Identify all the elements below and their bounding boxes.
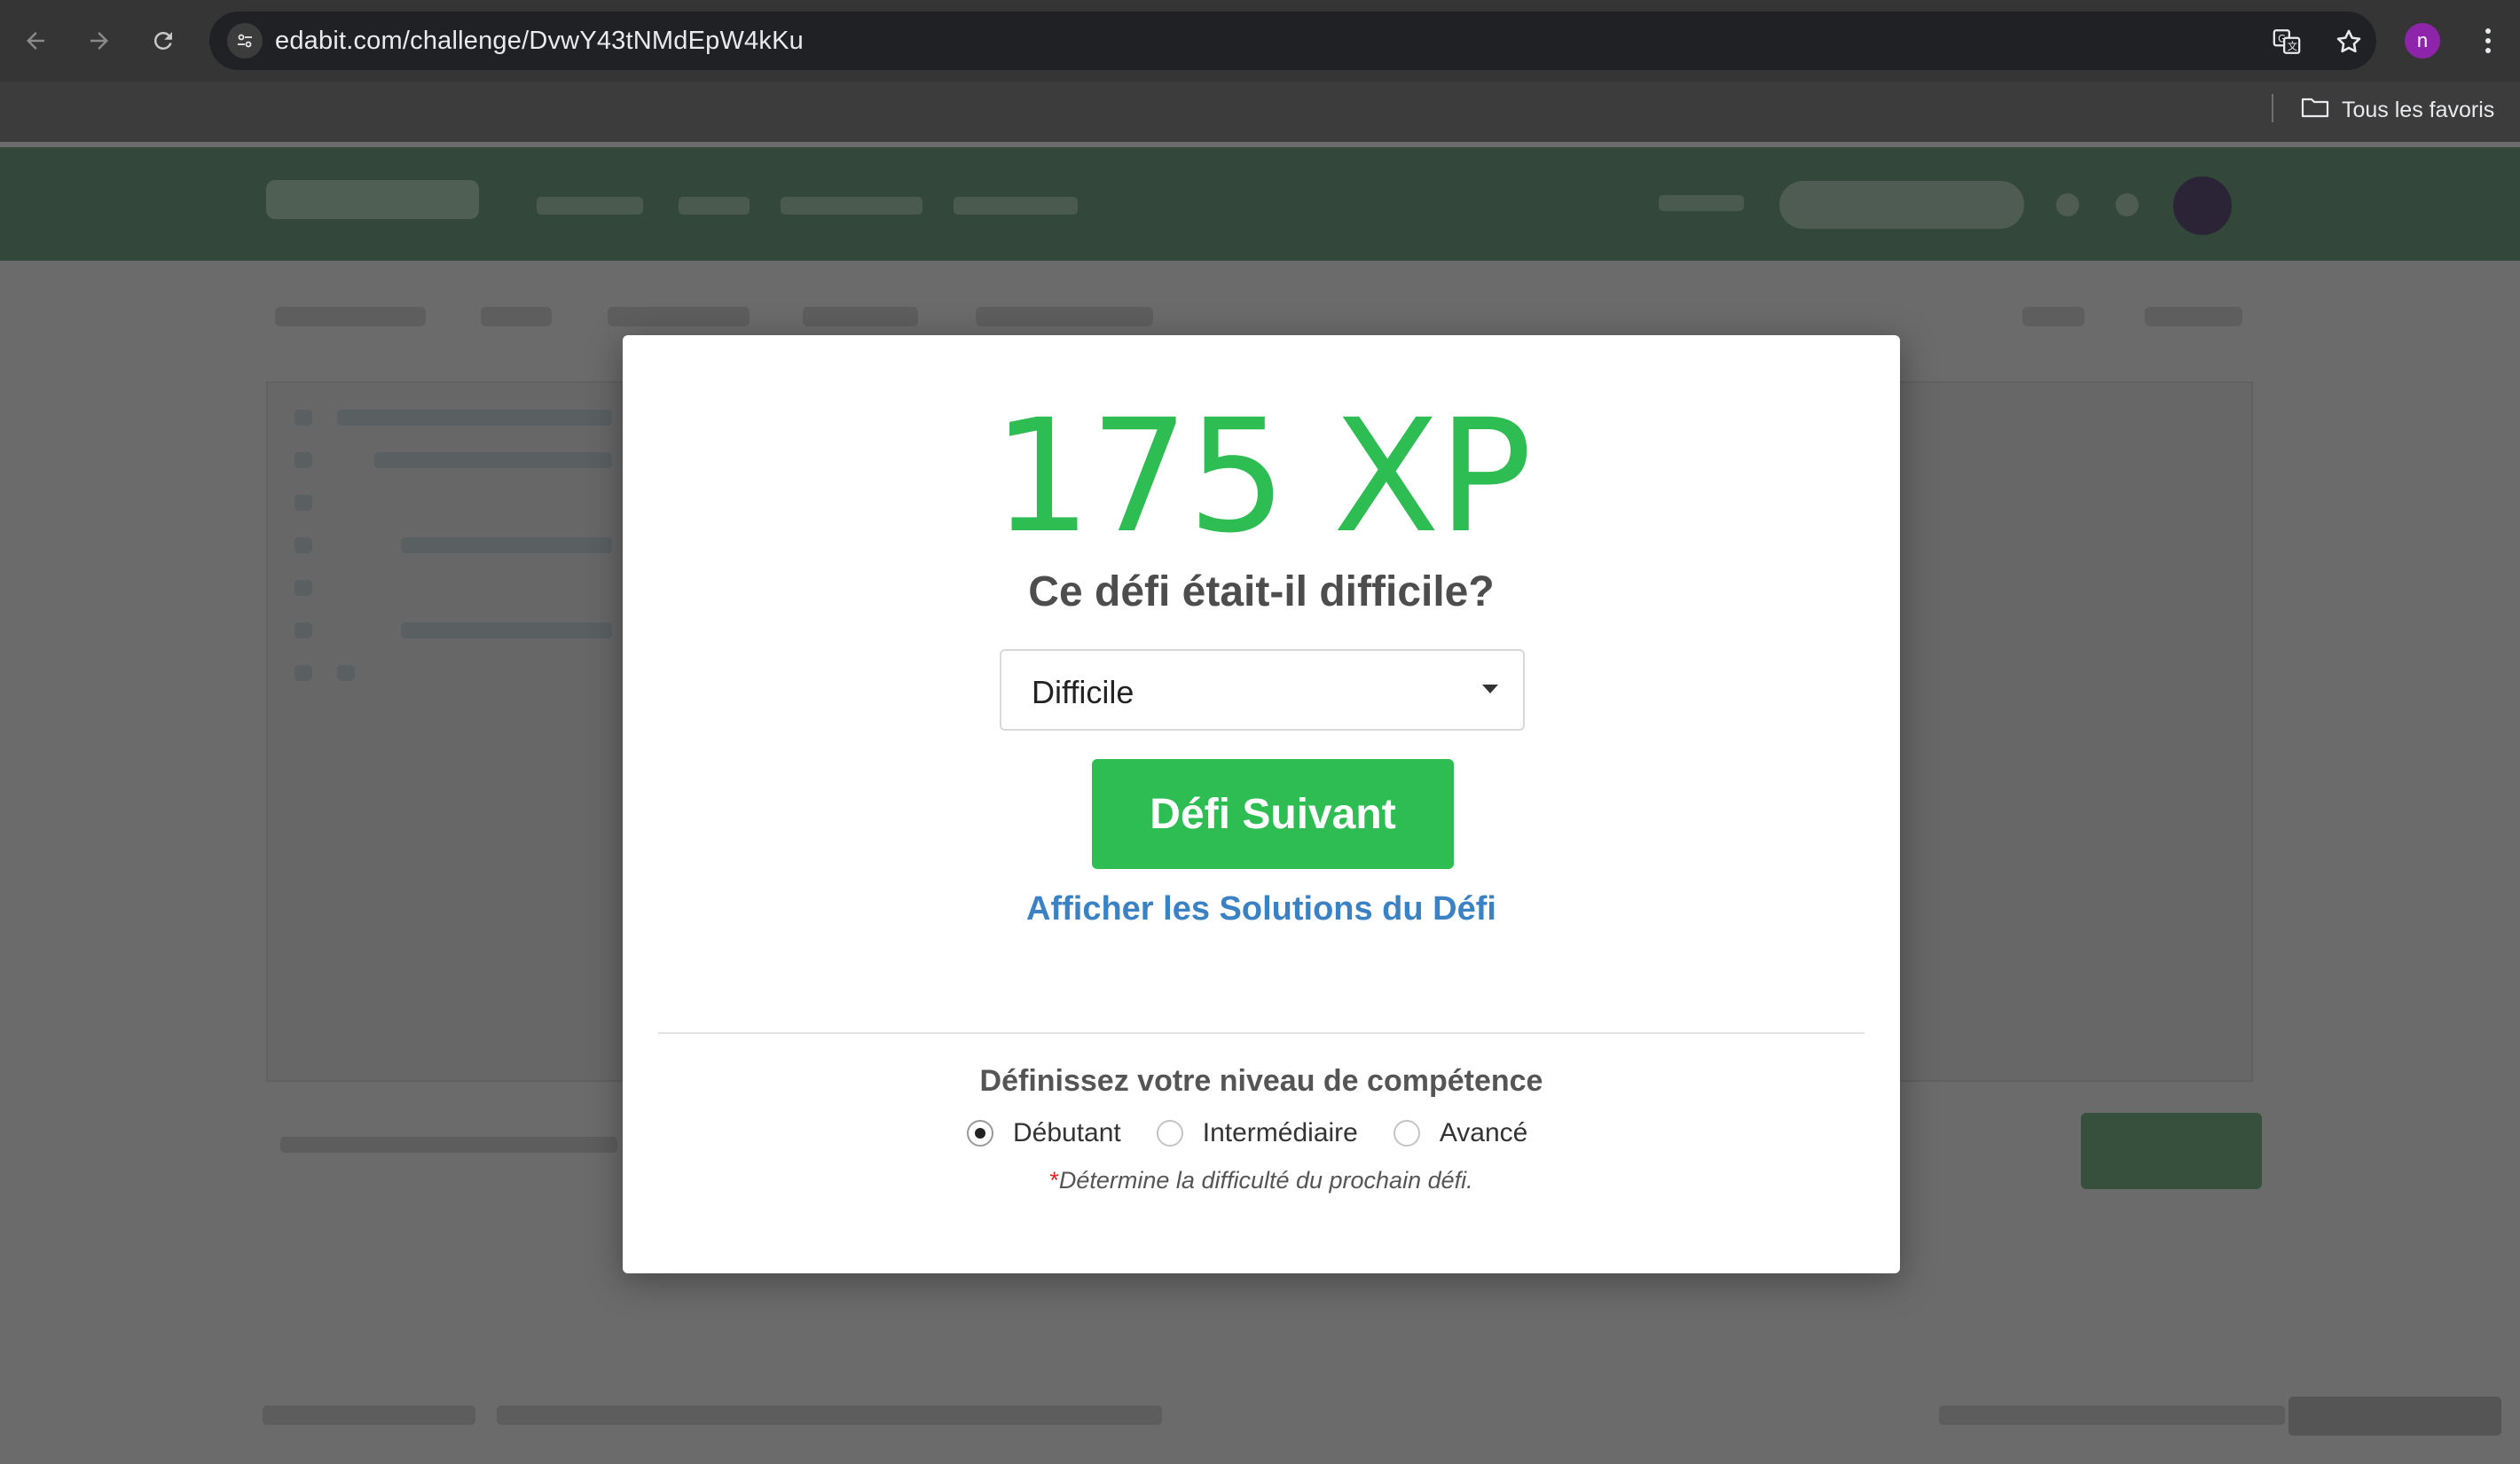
- address-bar[interactable]: edabit.com/challenge/DvwY43tNMdEpW4kKu G…: [209, 12, 2376, 70]
- completion-modal: 175 XP Ce défi était-il difficile? Diffi…: [623, 335, 1900, 1273]
- view-solutions-link-text[interactable]: Afficher les Solutions du Défi: [1026, 890, 1496, 928]
- site-header: [0, 147, 2520, 261]
- all-bookmarks-folder[interactable]: Tous les favoris: [2301, 92, 2494, 128]
- difficulty-note-text: Détermine la difficulté du prochain défi…: [1058, 1167, 1473, 1194]
- back-arrow-icon[interactable]: [14, 20, 57, 62]
- skill-option-advanced[interactable]: Avancé: [1393, 1118, 1528, 1148]
- code-line-ghost: [401, 537, 612, 553]
- radio-beginner[interactable]: [967, 1120, 993, 1147]
- code-line-ghost: [337, 410, 612, 426]
- code-line-ghost: [294, 580, 312, 596]
- ghost-tab: [608, 307, 750, 326]
- footer-ghost: [2288, 1397, 2501, 1436]
- code-line-ghost: [294, 665, 312, 681]
- skill-level-radio-group: Débutant Intermédiaire Avancé: [967, 1116, 1563, 1151]
- header-xp-ghost: [1659, 192, 1747, 221]
- skill-option-intermediate[interactable]: Intermédiaire: [1156, 1118, 1358, 1148]
- radio-advanced[interactable]: [1393, 1120, 1420, 1147]
- tune-icon[interactable]: [227, 23, 263, 59]
- difficulty-select[interactable]: Difficile: [1000, 649, 1525, 731]
- view-solutions-link: Afficher les Solutions du Défi: [623, 890, 1900, 928]
- xp-earned: 175 XP: [992, 386, 1533, 568]
- header-avatar-ghost: [2173, 176, 2232, 235]
- footer-ghost: [1939, 1405, 2285, 1425]
- svg-text:文: 文: [2288, 40, 2297, 52]
- required-asterisk: *: [1049, 1167, 1059, 1194]
- site-nav: [537, 190, 1122, 220]
- ghost-tab: [275, 307, 426, 326]
- ghost-tab: [481, 307, 552, 326]
- kebab-menu-icon[interactable]: [2475, 21, 2501, 60]
- submit-button-ghost: [2081, 1113, 2262, 1189]
- caret-down-icon: [1482, 685, 1498, 693]
- header-icon-ghost: [2116, 193, 2139, 216]
- header-search-ghost: [1779, 181, 2024, 229]
- difficulty-question: Ce défi était-il difficile?: [1028, 568, 1495, 615]
- code-line-ghost: [337, 665, 355, 681]
- code-line-ghost: [294, 537, 312, 553]
- browser-toolbar: edabit.com/challenge/DvwY43tNMdEpW4kKu G…: [0, 0, 2520, 82]
- skill-option-label: Débutant: [1013, 1118, 1121, 1147]
- folder-icon: [2301, 96, 2329, 125]
- skill-option-beginner[interactable]: Débutant: [967, 1118, 1121, 1148]
- forward-arrow-icon[interactable]: [78, 20, 121, 62]
- ghost-tab: [2145, 307, 2242, 326]
- star-icon[interactable]: [2329, 22, 2368, 61]
- skill-option-label: Avancé: [1439, 1118, 1528, 1147]
- profile-avatar[interactable]: n: [2405, 23, 2440, 59]
- code-line-ghost: [294, 622, 312, 638]
- browser-chrome: edabit.com/challenge/DvwY43tNMdEpW4kKu G…: [0, 0, 2520, 142]
- skill-level-title: Définissez votre niveau de compétence: [979, 1064, 1543, 1098]
- code-line-ghost: [294, 410, 312, 426]
- ghost-tab: [2022, 307, 2084, 326]
- modal-divider: [658, 1032, 1864, 1034]
- ghost-tab: [976, 307, 1153, 326]
- site-logo: [266, 167, 488, 244]
- difficulty-note: *Détermine la difficulté du prochain déf…: [623, 1167, 1900, 1194]
- translate-icon[interactable]: G 文: [2267, 22, 2306, 61]
- footer-ghost: [263, 1405, 475, 1425]
- code-line-ghost: [401, 622, 612, 638]
- radio-intermediate[interactable]: [1156, 1120, 1183, 1147]
- next-challenge-button[interactable]: Défi Suivant: [1092, 759, 1454, 869]
- code-line-ghost: [374, 452, 612, 468]
- footer-ghost: [497, 1405, 1162, 1425]
- code-line-ghost: [294, 495, 312, 511]
- header-icon-ghost: [2056, 193, 2079, 216]
- difficulty-select-value: Difficile: [1032, 674, 1134, 710]
- bookmarks-bar: Tous les favoris: [0, 82, 2520, 142]
- code-line-ghost: [294, 452, 312, 468]
- url-text[interactable]: edabit.com/challenge/DvwY43tNMdEpW4kKu: [275, 27, 804, 56]
- bookmarks-separator: [2272, 94, 2273, 122]
- skill-option-label: Intermédiaire: [1202, 1118, 1358, 1147]
- bookmarks-folder-label: Tous les favoris: [2342, 97, 2495, 122]
- ghost-tab: [803, 307, 918, 326]
- reload-icon[interactable]: [142, 20, 184, 62]
- status-line-ghost: [280, 1137, 617, 1153]
